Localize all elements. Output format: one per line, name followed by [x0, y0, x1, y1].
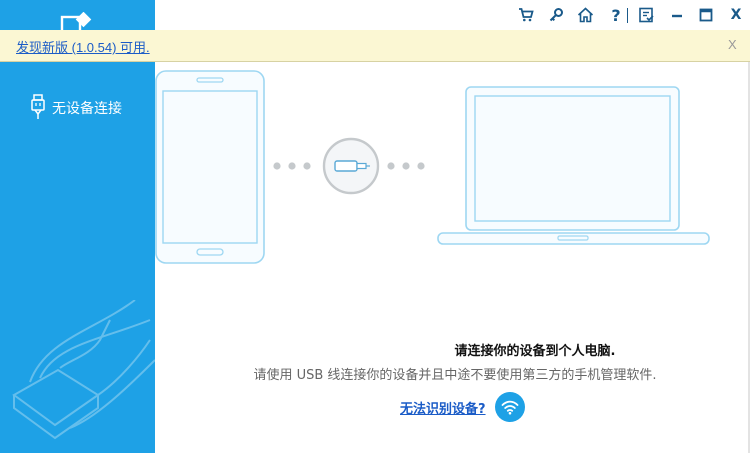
help-icon[interactable]: ? [606, 5, 626, 25]
hand-phone-illustration [12, 300, 155, 440]
connect-instruction-subtitle: 请使用 USB 线连接你的设备并且中途不要使用第三方的手机管理软件. [253, 368, 657, 383]
connect-instruction-title: 请连接你的设备到个人电脑. [454, 344, 616, 359]
device-status-item[interactable]: 无设备连接 [0, 90, 155, 124]
home-icon[interactable] [575, 5, 595, 25]
phone-outline-icon [155, 70, 265, 264]
sidebar: 无设备连接 [0, 0, 155, 453]
titlebar-divider [627, 8, 628, 23]
device-not-recognized-link[interactable]: 无法识别设备? [400, 398, 486, 417]
connect-device-illustration [155, 70, 710, 264]
usb-cable-icon [31, 94, 45, 119]
feedback-icon[interactable] [636, 5, 656, 25]
device-status-label: 无设备连接 [52, 101, 122, 117]
laptop-outline-icon [437, 86, 710, 245]
wifi-connect-button[interactable] [494, 392, 525, 422]
minimize-icon[interactable] [667, 5, 687, 25]
device-not-recognized-row: 无法识别设备? [400, 392, 525, 422]
maximize-icon[interactable] [696, 5, 716, 25]
cart-icon[interactable] [516, 5, 536, 25]
notice-close-button[interactable]: X [728, 37, 737, 52]
close-icon[interactable]: X [726, 5, 746, 25]
wifi-icon [501, 400, 518, 415]
connection-dots-left [273, 162, 311, 170]
usb-plug-icon [322, 137, 380, 195]
update-available-link[interactable]: 发现新版 (1.0.54) 可用. [16, 37, 150, 56]
title-bar: ? X [155, 0, 750, 30]
update-notice-bar: 发现新版 (1.0.54) 可用. X [0, 30, 750, 62]
key-icon[interactable] [546, 5, 566, 25]
connection-dots-right [387, 162, 425, 170]
